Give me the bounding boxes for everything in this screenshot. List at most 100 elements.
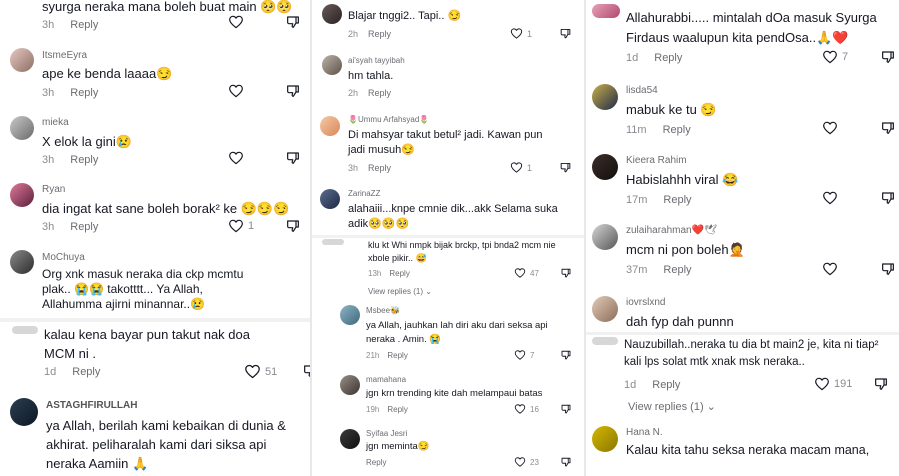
avatar[interactable] [320, 116, 340, 136]
heart-icon[interactable] [514, 267, 526, 279]
reply-button[interactable]: Reply [368, 88, 391, 98]
dislike-icon[interactable] [560, 403, 572, 415]
heart-icon[interactable] [822, 261, 838, 277]
reply-button[interactable]: Reply [654, 52, 682, 64]
dislike-icon[interactable] [880, 49, 896, 65]
avatar[interactable] [320, 189, 340, 209]
reply-button[interactable]: Reply [366, 458, 386, 467]
comment-username[interactable]: mieka [42, 117, 69, 128]
heart-icon[interactable] [822, 190, 838, 206]
heart-icon[interactable] [822, 120, 838, 136]
heart-icon[interactable] [514, 349, 526, 361]
dislike-icon[interactable] [285, 150, 301, 166]
dislike-icon[interactable] [559, 161, 572, 174]
like-button[interactable]: 1 [510, 27, 532, 40]
reply-button[interactable]: Reply [387, 351, 407, 360]
reply-button[interactable]: Reply [663, 264, 691, 276]
avatar[interactable] [340, 375, 360, 395]
heart-icon[interactable] [814, 376, 830, 392]
like-button[interactable]: 47 [514, 267, 539, 279]
comment-username[interactable]: Msbee🐝 [366, 306, 400, 315]
reply-button[interactable]: Reply [389, 269, 409, 278]
dislike-icon[interactable] [560, 456, 572, 468]
reply-button[interactable]: Reply [70, 154, 98, 166]
avatar[interactable] [340, 305, 360, 325]
avatar[interactable] [10, 183, 34, 207]
dislike-icon[interactable] [873, 376, 889, 392]
reply-button[interactable]: Reply [387, 405, 407, 414]
dislike-icon[interactable] [880, 120, 896, 136]
comment-username[interactable]: ZarinaZZ [348, 189, 380, 198]
reply-button[interactable]: Reply [652, 379, 680, 391]
dislike-icon[interactable] [285, 14, 301, 30]
avatar[interactable] [322, 55, 342, 75]
like-button[interactable]: 23 [514, 456, 539, 468]
reply-button[interactable]: Reply [663, 124, 691, 136]
comment-username[interactable]: iovrslxnd [626, 297, 665, 308]
avatar[interactable] [592, 154, 618, 180]
avatar[interactable] [10, 116, 34, 140]
reply-button[interactable]: Reply [70, 221, 98, 233]
comment-username[interactable]: MoChuya [42, 252, 85, 263]
avatar[interactable] [592, 337, 618, 345]
heart-icon[interactable] [514, 456, 526, 468]
reply-button[interactable]: Reply [368, 29, 391, 39]
avatar[interactable] [322, 4, 342, 24]
like-button[interactable]: 16 [514, 403, 539, 415]
reply-button[interactable]: Reply [663, 194, 691, 206]
avatar[interactable] [340, 429, 360, 449]
dislike-icon[interactable] [880, 190, 896, 206]
heart-icon[interactable] [822, 49, 838, 65]
dislike-icon[interactable] [560, 267, 572, 279]
comment-username[interactable]: ItsmeEyra [42, 50, 87, 61]
avatar[interactable] [592, 224, 618, 250]
dislike-icon[interactable] [560, 349, 572, 361]
comment-username[interactable]: Hana N. [626, 427, 663, 438]
heart-icon[interactable] [514, 403, 526, 415]
view-replies-button[interactable]: View replies (1) ⌄ [628, 400, 716, 413]
heart-icon[interactable] [228, 150, 244, 166]
comment-username[interactable]: ai'syah tayyibah [348, 56, 405, 65]
comment-username[interactable]: Kieera Rahim [626, 155, 687, 166]
avatar[interactable] [10, 48, 34, 72]
avatar[interactable] [592, 84, 618, 110]
avatar[interactable] [10, 398, 38, 426]
like-button[interactable]: 1 [228, 218, 254, 234]
heart-icon[interactable] [510, 27, 523, 40]
reply-button[interactable]: Reply [368, 163, 391, 173]
avatar[interactable] [322, 239, 344, 245]
heart-icon[interactable] [510, 161, 523, 174]
heart-icon[interactable] [228, 83, 244, 99]
reply-button[interactable]: Reply [70, 87, 98, 99]
like-button[interactable]: 7 [514, 349, 534, 361]
heart-icon[interactable] [228, 14, 244, 30]
avatar[interactable] [10, 250, 34, 274]
comment-username[interactable]: Syifaa Jesri [366, 429, 407, 438]
comment-username[interactable]: 🌷Ummu Arfahsyad🌷 [348, 115, 429, 124]
comment-time: 17m [626, 194, 648, 206]
comment-item: kalau kena bayar pun takut nak doa MCM n… [0, 322, 311, 390]
comment-username[interactable]: ASTAGHFIRULLAH [46, 400, 137, 411]
comment-username[interactable]: zulaiharahman❤️🕊 [626, 225, 717, 236]
dislike-icon[interactable] [285, 218, 301, 234]
reply-button[interactable]: Reply [72, 366, 100, 378]
heart-icon[interactable] [228, 218, 244, 234]
like-button[interactable]: 51 [244, 363, 277, 380]
dislike-icon[interactable] [559, 27, 572, 40]
comment-username[interactable]: mamahana [366, 375, 406, 384]
like-button[interactable]: 7 [822, 49, 848, 65]
avatar[interactable] [12, 326, 38, 334]
dislike-icon[interactable] [880, 261, 896, 277]
view-replies-button[interactable]: View replies (1) ⌄ [368, 287, 432, 296]
comment-item: ASTAGHFIRULLAH ya Allah, berilah kami ke… [0, 396, 311, 476]
dislike-icon[interactable] [285, 83, 301, 99]
like-button[interactable]: 191 [814, 376, 852, 392]
reply-button[interactable]: Reply [70, 19, 98, 31]
like-button[interactable]: 1 [510, 161, 532, 174]
avatar[interactable] [592, 296, 618, 322]
comment-username[interactable]: Ryan [42, 184, 65, 195]
avatar[interactable] [592, 4, 620, 18]
heart-icon[interactable] [244, 363, 261, 380]
comment-username[interactable]: lisda54 [626, 85, 658, 96]
avatar[interactable] [592, 426, 618, 452]
